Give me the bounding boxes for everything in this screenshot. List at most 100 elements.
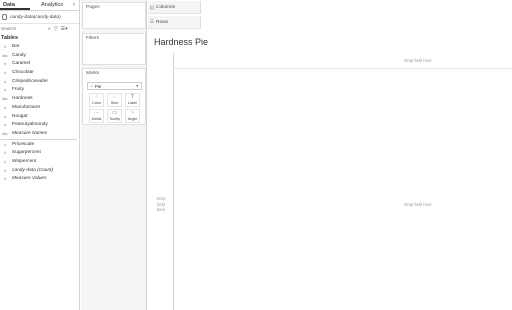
field-name: Hardness	[12, 96, 33, 102]
field-name: Measure Values	[12, 176, 47, 182]
marks-card: Marks ◔ Pie ▼ ⁘ Color ◌ Size T Label ⋯ D…	[82, 68, 146, 125]
field-name: candy-data (Count)	[12, 167, 54, 173]
size-button-label: Size	[110, 101, 119, 105]
field-item[interactable]: # Peanutyalmondy	[0, 121, 79, 130]
dimension-list: # Bar Abc Candy # Caramel # Chocolate # Crisp…	[0, 43, 79, 139]
field-type-icon: Abc	[2, 53, 8, 58]
worksheet: ||| Columns ☰ Rows Hardness Pie Drop fie…	[148, 0, 512, 310]
angle-button[interactable]: ◔ Angle	[125, 109, 140, 123]
tooltip-icon: ▭	[112, 110, 117, 116]
rows-shelf-label: Rows	[156, 15, 201, 29]
view-options-icon[interactable]: ☰▾	[61, 26, 68, 32]
marks-card-title: Marks	[86, 71, 100, 76]
field-item[interactable]: # Bar	[0, 43, 79, 52]
datasource-item[interactable]: candy-data(candy-data)	[0, 11, 79, 24]
field-name: Manufacturer	[12, 104, 41, 110]
field-type-icon: #	[4, 114, 6, 119]
field-type-icon: Abc	[2, 131, 8, 136]
size-icon: ◌	[113, 94, 116, 100]
size-button[interactable]: ◌ Size	[107, 93, 122, 107]
field-type-icon: Abc	[2, 97, 8, 102]
field-name: Caramel	[12, 61, 31, 67]
drop-field-hint-center[interactable]: Drop field here	[388, 202, 448, 208]
columns-drop-zone[interactable]	[201, 0, 512, 14]
database-icon	[2, 14, 7, 20]
label-button[interactable]: T Label	[125, 93, 140, 107]
measure-list: # Pricescale # Sugarpercent # Winpercent # c…	[0, 141, 79, 184]
view-canvas[interactable]: Drop field here Drop field here Drop field…	[148, 50, 512, 310]
detail-button[interactable]: ⋯ Detail	[89, 109, 104, 123]
color-button[interactable]: ⁘ Color	[89, 93, 104, 107]
tab-data[interactable]: Data	[0, 0, 30, 10]
mark-type-label: Pie	[94, 83, 102, 89]
field-name: Pricescale	[12, 141, 35, 147]
field-name: Candy	[12, 52, 26, 58]
columns-shelf: ||| Columns	[148, 0, 512, 14]
field-item[interactable]: # Pricescale	[0, 141, 79, 150]
view-title[interactable]: Hardness Pie	[154, 37, 208, 47]
pane-tabs: Data Analytics ‹	[0, 0, 79, 11]
filter-icon[interactable]: ▽	[54, 26, 58, 32]
field-item[interactable]: # Crispedricewafer	[0, 78, 79, 87]
horizontal-divider	[173, 68, 512, 69]
field-type-icon: #	[4, 168, 6, 173]
pages-card[interactable]: Pages	[82, 2, 146, 29]
field-name: Chocolate	[12, 70, 34, 76]
field-item[interactable]: # Measure Values	[0, 175, 79, 184]
field-type-icon: #	[4, 45, 6, 49]
field-item[interactable]: # Fruity	[0, 86, 79, 95]
search-icon[interactable]: ⌕	[48, 26, 51, 32]
angle-button-label: Angle	[127, 117, 138, 121]
search-input[interactable]	[1, 25, 45, 33]
chevron-left-icon[interactable]: ‹	[69, 0, 79, 10]
field-item[interactable]: # Nougat	[0, 113, 79, 122]
filters-card[interactable]: Filters	[82, 33, 146, 65]
rows-icon: ☰	[149, 19, 155, 24]
field-item[interactable]: # Sugarpercent	[0, 149, 79, 158]
field-type-icon: #	[4, 123, 6, 128]
field-type-icon: #	[4, 71, 6, 76]
tooltip-button[interactable]: ▭ Tooltip	[107, 109, 122, 123]
tables-heading: Tables	[1, 35, 19, 41]
field-type-icon: #	[4, 177, 6, 182]
mark-type-dropdown[interactable]: ◔ Pie ▼	[87, 82, 142, 90]
cards-column: Pages Filters Marks ◔ Pie ▼ ⁘ Color ◌ Si…	[81, 0, 147, 310]
pie-mark-icon: ◔	[90, 83, 93, 89]
field-item[interactable]: Abc Measure Names	[0, 130, 79, 139]
search-row: ⌕ ▽ ☰▾	[0, 24, 79, 34]
field-item[interactable]: # candy-data (Count)	[0, 167, 79, 176]
field-name: Fruity	[12, 87, 24, 93]
field-type-icon: #	[4, 142, 6, 147]
field-item[interactable]: # Winpercent	[0, 158, 79, 167]
angle-icon: ◔	[130, 110, 135, 116]
field-type-icon: #	[4, 151, 6, 156]
field-type-icon: #	[4, 159, 6, 164]
filters-card-title: Filters	[86, 36, 100, 41]
rows-shelf: ☰ Rows	[148, 15, 512, 29]
field-item[interactable]: # Chocolate	[0, 69, 79, 78]
tab-analytics[interactable]: Analytics	[38, 0, 68, 10]
field-item[interactable]: # Manufacturer	[0, 104, 79, 113]
field-name: Bar	[12, 44, 20, 49]
color-button-label: Color	[91, 101, 102, 105]
field-type-icon: #	[4, 79, 6, 84]
field-name: Sugarpercent	[12, 150, 41, 156]
color-icon: ⁘	[94, 94, 99, 100]
field-item[interactable]: Abc Hardness	[0, 95, 79, 104]
field-name: Measure Names	[12, 130, 48, 136]
vertical-divider	[173, 53, 174, 310]
field-item[interactable]: # Caramel	[0, 60, 79, 69]
drop-field-hint-top[interactable]: Drop field here	[388, 58, 448, 64]
datasource-name: candy-data(candy-data)	[10, 14, 61, 20]
drop-field-hint-left[interactable]: Drop field here	[150, 196, 172, 213]
pages-card-title: Pages	[86, 5, 100, 10]
field-name: Nougat	[12, 113, 28, 119]
label-button-label: Label	[127, 101, 138, 105]
columns-icon: |||	[150, 4, 154, 10]
detail-icon: ⋯	[94, 110, 99, 116]
detail-button-label: Detail	[91, 117, 102, 121]
field-item[interactable]: Abc Candy	[0, 52, 79, 61]
rows-drop-zone[interactable]	[201, 15, 512, 29]
columns-shelf-label: Columns	[156, 0, 201, 14]
field-name: Winpercent	[12, 158, 37, 164]
